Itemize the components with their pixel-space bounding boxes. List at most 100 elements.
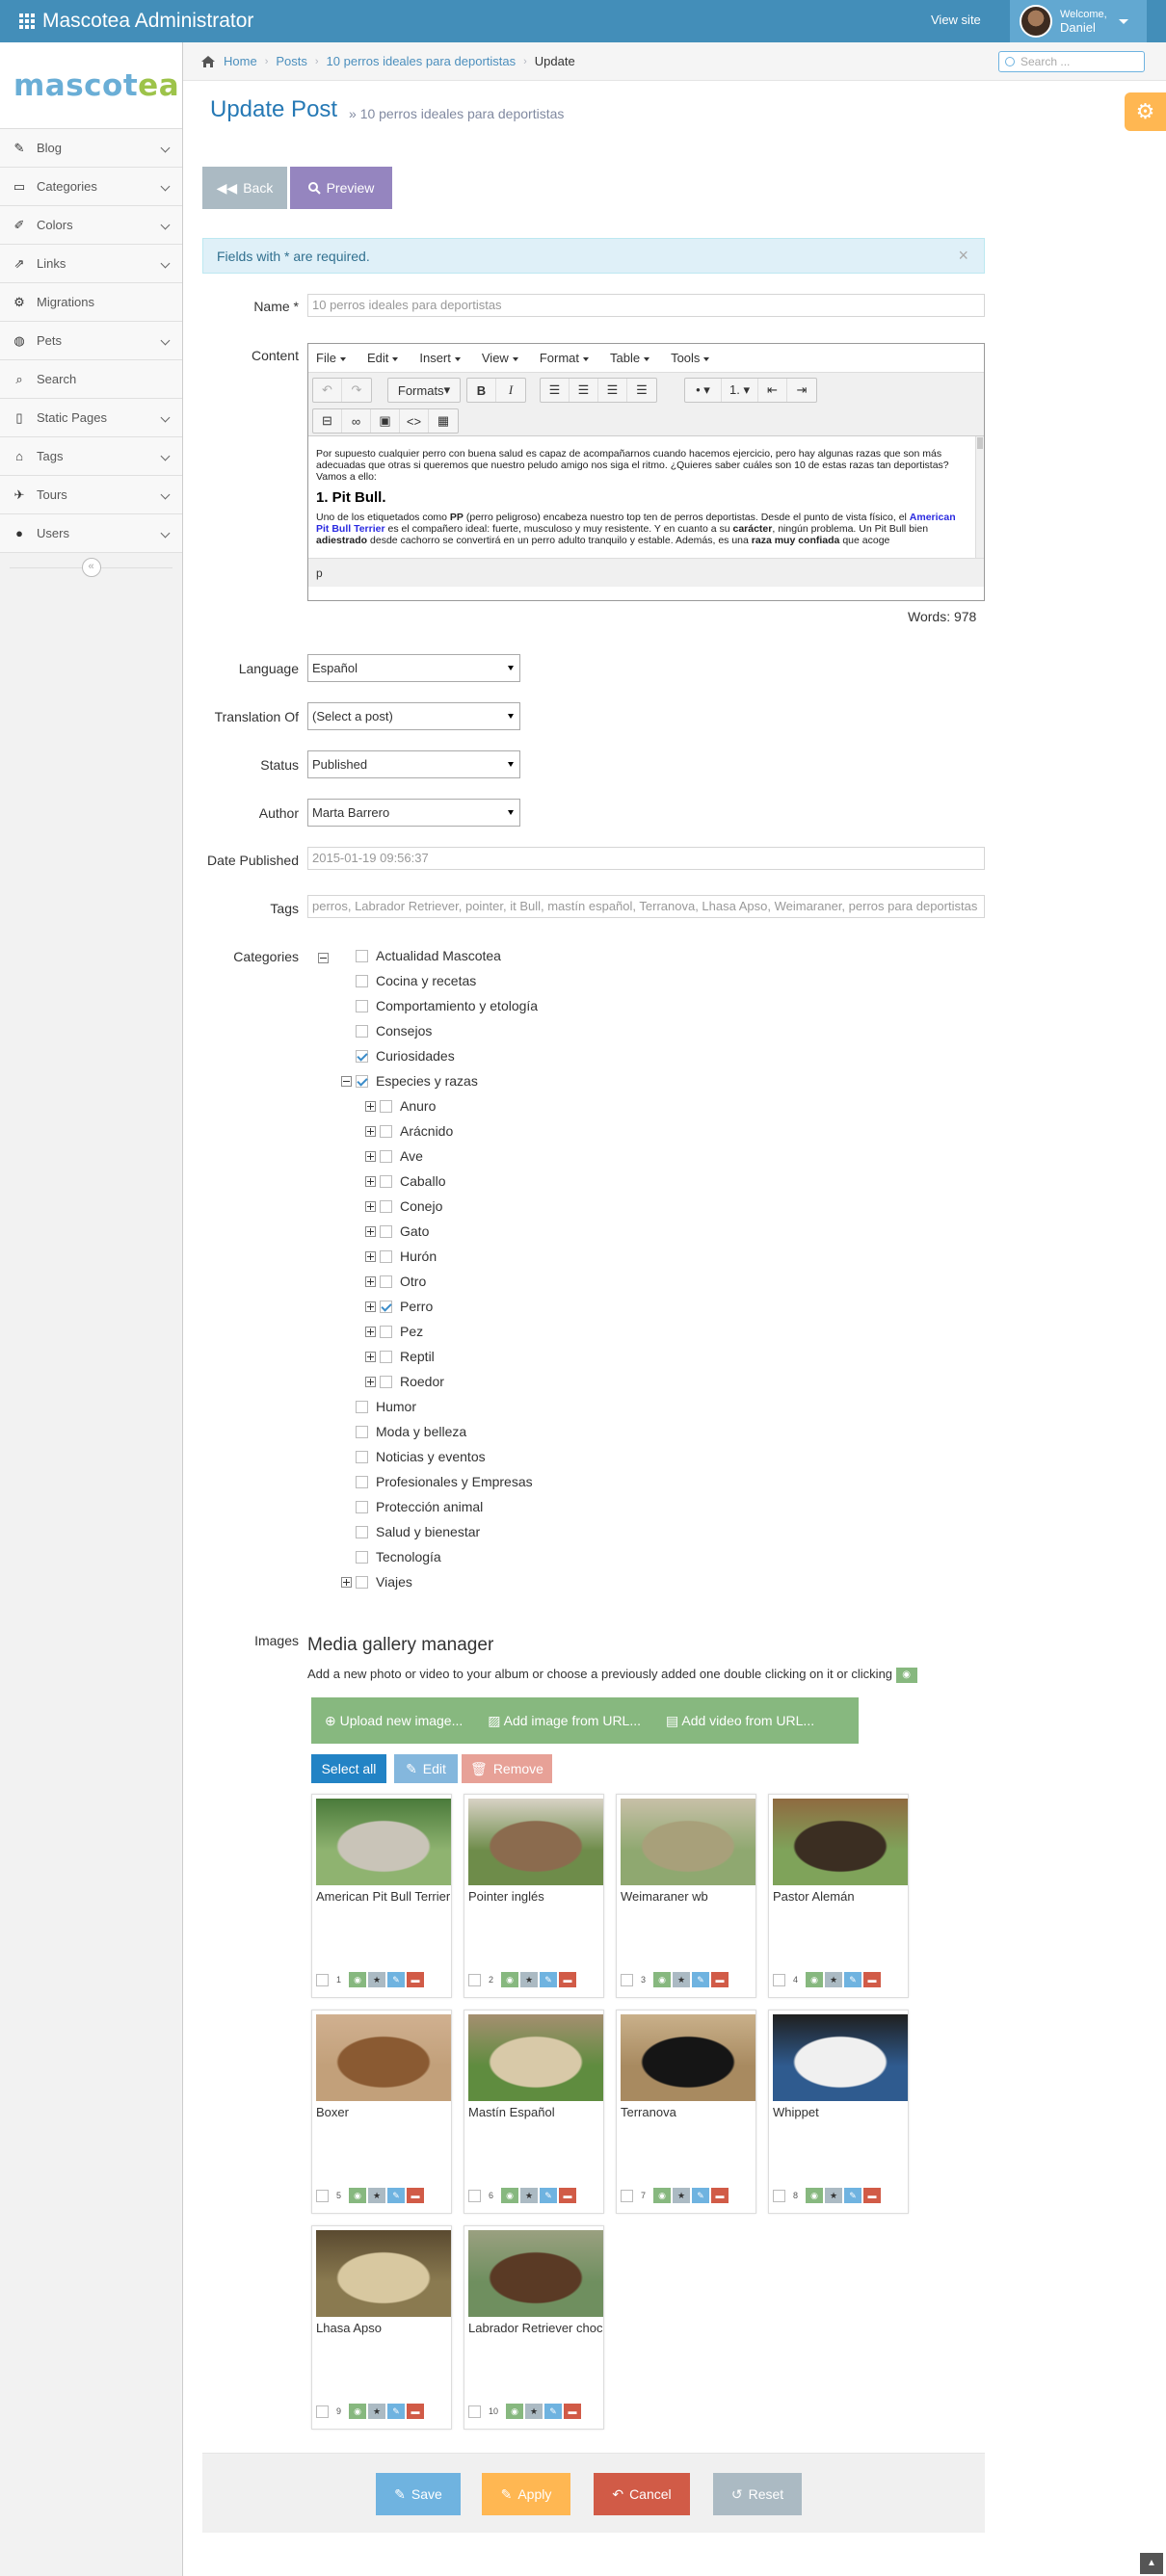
category-item[interactable]: Cocina y recetas bbox=[356, 971, 476, 990]
select-icon[interactable]: ◉ bbox=[506, 2404, 524, 2419]
editor-menu-view[interactable]: View bbox=[482, 351, 518, 365]
gallery-item-checkbox[interactable] bbox=[468, 1973, 481, 1986]
image-icon[interactable]: ▣ bbox=[371, 409, 400, 433]
category-checkbox[interactable] bbox=[380, 1325, 392, 1338]
category-checkbox[interactable] bbox=[356, 974, 368, 987]
sidebar-item-search[interactable]: ⌕ Search bbox=[0, 360, 182, 399]
gallery-item-checkbox[interactable] bbox=[316, 1973, 329, 1986]
gallery-item[interactable]: Whippet 8 ◉ ★ ✎ ▬ bbox=[768, 2010, 909, 2214]
gallery-item[interactable]: Boxer 5 ◉ ★ ✎ ▬ bbox=[311, 2010, 452, 2214]
gallery-item-checkbox[interactable] bbox=[468, 2189, 481, 2202]
dog-photo[interactable] bbox=[621, 1799, 755, 1885]
select-icon[interactable]: ◉ bbox=[349, 2404, 367, 2419]
gallery-item[interactable]: Pastor Alemán 4 ◉ ★ ✎ ▬ bbox=[768, 1794, 909, 1998]
status-select[interactable]: Published bbox=[307, 750, 520, 778]
select-all-button[interactable]: Select all bbox=[311, 1754, 386, 1783]
category-item[interactable]: Pez bbox=[365, 1322, 423, 1341]
apply-button[interactable]: ✎ Apply bbox=[482, 2473, 570, 2515]
category-checkbox[interactable] bbox=[356, 1550, 368, 1564]
category-checkbox[interactable] bbox=[380, 1099, 392, 1113]
pencil-icon[interactable]: ✎ bbox=[544, 2404, 563, 2419]
category-item[interactable]: Protección animal bbox=[356, 1497, 483, 1516]
expand-icon[interactable] bbox=[365, 1326, 376, 1337]
sidebar-item-tours[interactable]: ✈ Tours bbox=[0, 476, 182, 514]
pencil-icon[interactable]: ✎ bbox=[844, 2188, 862, 2203]
expand-icon[interactable] bbox=[365, 1150, 376, 1162]
select-icon[interactable]: ◉ bbox=[349, 1972, 367, 1987]
expand-icon[interactable] bbox=[365, 1200, 376, 1212]
bold-icon[interactable]: B bbox=[467, 379, 496, 402]
author-select[interactable]: Marta Barrero bbox=[307, 799, 520, 827]
category-checkbox[interactable] bbox=[356, 1450, 368, 1463]
trash-icon[interactable]: ▬ bbox=[559, 1972, 577, 1987]
category-item[interactable]: Anuro bbox=[365, 1096, 436, 1116]
editor-menu-insert[interactable]: Insert bbox=[419, 351, 461, 365]
pencil-icon[interactable]: ✎ bbox=[387, 1972, 406, 1987]
category-item[interactable]: Curiosidades bbox=[356, 1046, 455, 1065]
star-icon[interactable]: ★ bbox=[825, 2188, 843, 2203]
gallery-item[interactable]: Mastín Español 6 ◉ ★ ✎ ▬ bbox=[464, 2010, 604, 2214]
formats-dropdown[interactable]: Formats ▾ bbox=[388, 379, 460, 402]
link-icon[interactable]: ∞ bbox=[342, 409, 371, 433]
category-item[interactable]: Reptil bbox=[365, 1347, 435, 1366]
pencil-icon[interactable]: ✎ bbox=[844, 1972, 862, 1987]
back-button[interactable]: ◀◀ Back bbox=[202, 167, 287, 209]
align-left-icon[interactable]: ☰ bbox=[541, 379, 570, 402]
category-checkbox[interactable] bbox=[380, 1275, 392, 1288]
collapse-sidebar-icon[interactable]: « bbox=[81, 558, 101, 577]
code-icon[interactable]: <> bbox=[400, 409, 429, 433]
add-video-url-button[interactable]: ▤ Add video from URL... bbox=[666, 1713, 814, 1729]
category-item[interactable]: Salud y bienestar bbox=[356, 1522, 480, 1541]
page-break-icon[interactable]: ⊟ bbox=[313, 409, 342, 433]
pencil-icon[interactable]: ✎ bbox=[387, 2188, 406, 2203]
pencil-icon[interactable]: ✎ bbox=[692, 2188, 710, 2203]
category-item[interactable]: Profesionales y Empresas bbox=[356, 1472, 533, 1491]
mascotea-logo[interactable]: mascot ea bbox=[0, 42, 182, 129]
edit-selected-button[interactable]: ✎ Edit bbox=[394, 1754, 458, 1783]
pencil-icon[interactable]: ✎ bbox=[540, 1972, 558, 1987]
translation-select[interactable]: (Select a post) bbox=[307, 702, 520, 730]
editor-menu-tools[interactable]: Tools bbox=[671, 351, 709, 365]
editor-scrollbar[interactable] bbox=[975, 436, 984, 558]
category-item[interactable]: Gato bbox=[365, 1222, 429, 1241]
category-checkbox[interactable] bbox=[356, 999, 368, 1012]
star-icon[interactable]: ★ bbox=[520, 1972, 539, 1987]
gallery-item-checkbox[interactable] bbox=[468, 2405, 481, 2418]
sidebar-item-categories[interactable]: ▭ Categories bbox=[0, 168, 182, 206]
sidebar-item-links[interactable]: ⇗ Links bbox=[0, 245, 182, 283]
expand-icon[interactable] bbox=[341, 1576, 352, 1588]
category-item[interactable]: Actualidad Mascotea bbox=[356, 946, 501, 965]
category-checkbox[interactable] bbox=[356, 1049, 368, 1063]
sidebar-item-migrations[interactable]: ⚙ Migrations bbox=[0, 283, 182, 322]
close-icon[interactable]: × bbox=[958, 246, 968, 266]
expand-icon[interactable] bbox=[365, 1100, 376, 1112]
expand-icon[interactable] bbox=[365, 1301, 376, 1312]
gallery-item[interactable]: Lhasa Apso 9 ◉ ★ ✎ ▬ bbox=[311, 2225, 452, 2430]
sidebar-item-pets[interactable]: ◍ Pets bbox=[0, 322, 182, 360]
category-checkbox[interactable] bbox=[380, 1124, 392, 1138]
dog-photo[interactable] bbox=[468, 2230, 603, 2317]
trash-icon[interactable]: ▬ bbox=[711, 1972, 729, 1987]
category-item[interactable]: Viajes bbox=[341, 1572, 412, 1591]
sidebar-item-tags[interactable]: ⌂ Tags bbox=[0, 437, 182, 476]
sidebar-item-colors[interactable]: ✐ Colors bbox=[0, 206, 182, 245]
gallery-item-checkbox[interactable] bbox=[621, 2189, 633, 2202]
redo-icon[interactable]: ↷ bbox=[342, 379, 371, 402]
gallery-item-checkbox[interactable] bbox=[621, 1973, 633, 1986]
dog-photo[interactable] bbox=[468, 1799, 603, 1885]
category-checkbox[interactable] bbox=[356, 949, 368, 962]
expand-icon[interactable] bbox=[365, 1175, 376, 1187]
trash-icon[interactable]: ▬ bbox=[407, 2188, 425, 2203]
breadcrumb-posts[interactable]: Posts bbox=[276, 54, 307, 68]
gallery-item-checkbox[interactable] bbox=[773, 2189, 785, 2202]
expand-icon[interactable] bbox=[365, 1351, 376, 1362]
dog-photo[interactable] bbox=[316, 2014, 451, 2101]
save-button[interactable]: ✎ Save bbox=[376, 2473, 461, 2515]
category-checkbox[interactable] bbox=[380, 1375, 392, 1388]
category-item[interactable]: Arácnido bbox=[365, 1121, 453, 1141]
star-icon[interactable]: ★ bbox=[673, 1972, 691, 1987]
breadcrumb-post[interactable]: 10 perros ideales para deportistas bbox=[327, 54, 517, 68]
settings-gear-icon[interactable]: ⚙ bbox=[1125, 92, 1166, 131]
cancel-button[interactable]: ↶ Cancel bbox=[594, 2473, 690, 2515]
dog-photo[interactable] bbox=[773, 1799, 908, 1885]
